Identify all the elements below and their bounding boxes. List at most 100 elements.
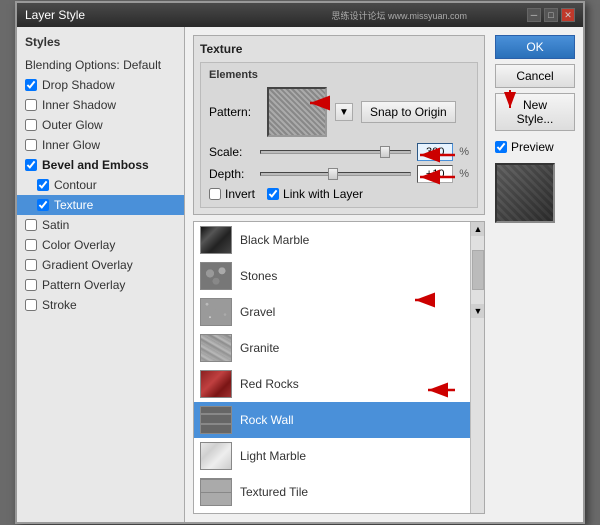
bevel-emboss-checkbox[interactable]: [25, 159, 37, 171]
link-layer-label: Link with Layer: [283, 187, 363, 201]
scroll-thumb[interactable]: [472, 250, 484, 290]
texture-list-item-gravel[interactable]: Gravel: [194, 294, 484, 330]
texture-label: Texture: [54, 198, 93, 212]
title-bar: Layer Style 思练设计论坛 www.missyuan.com ─ □ …: [17, 3, 583, 27]
depth-row: Depth: +10 %: [209, 165, 469, 183]
drop-shadow-label: Drop Shadow: [42, 78, 115, 92]
action-buttons: OK Cancel New Style... Preview: [495, 35, 575, 223]
texture-list-item-light-marble[interactable]: Light Marble: [194, 438, 484, 474]
depth-value[interactable]: +10: [417, 165, 453, 183]
outer-glow-label: Outer Glow: [42, 118, 103, 132]
preview-checkbox[interactable]: [495, 141, 507, 153]
sidebar-item-bevel-emboss[interactable]: Bevel and Emboss: [17, 155, 184, 175]
texture-thumb-textured-tile: [200, 478, 232, 506]
inner-shadow-checkbox[interactable]: [25, 99, 37, 111]
texture-thumb-gravel: [200, 298, 232, 326]
scale-slider-thumb[interactable]: [380, 146, 390, 158]
scroll-down-arrow[interactable]: ▼: [471, 304, 485, 318]
texture-list-container: Black Marble Stones Gravel Granite Red Rocks…: [193, 221, 485, 514]
texture-label-red-rocks: Red Rocks: [240, 377, 299, 391]
stroke-label: Stroke: [42, 298, 77, 312]
ok-button[interactable]: OK: [495, 35, 575, 59]
inner-glow-checkbox[interactable]: [25, 139, 37, 151]
contour-checkbox[interactable]: [37, 179, 49, 191]
sidebar-item-blending[interactable]: Blending Options: Default: [17, 55, 184, 75]
maximize-button[interactable]: □: [544, 8, 558, 22]
sidebar-item-satin[interactable]: Satin: [17, 215, 184, 235]
invert-label: Invert: [225, 187, 255, 201]
texture-section: Texture Elements Pattern: ▼ Snap to Orig…: [193, 35, 485, 215]
preview-thumb-inner: [497, 165, 553, 221]
sidebar-item-drop-shadow[interactable]: Drop Shadow: [17, 75, 184, 95]
satin-label: Satin: [42, 218, 69, 232]
texture-label-granite: Granite: [240, 341, 279, 355]
texture-thumb-light-marble: [200, 442, 232, 470]
drop-shadow-checkbox[interactable]: [25, 79, 37, 91]
texture-label-stones: Stones: [240, 269, 277, 283]
satin-checkbox[interactable]: [25, 219, 37, 231]
texture-list: Black Marble Stones Gravel Granite Red Rocks…: [194, 222, 484, 513]
sidebar-item-pattern-overlay[interactable]: Pattern Overlay: [17, 275, 184, 295]
bevel-emboss-label: Bevel and Emboss: [42, 158, 149, 172]
scale-percent: %: [459, 146, 469, 158]
sidebar-item-color-overlay[interactable]: Color Overlay: [17, 235, 184, 255]
sidebar-item-inner-shadow[interactable]: Inner Shadow: [17, 95, 184, 115]
scale-row: Scale: 300 %: [209, 143, 469, 161]
elements-group: Elements Pattern: ▼ Snap to Origin Scale…: [200, 62, 478, 208]
texture-list-item-black-marble[interactable]: Black Marble: [194, 222, 484, 258]
link-layer-item: Link with Layer: [267, 187, 363, 201]
sidebar-item-gradient-overlay[interactable]: Gradient Overlay: [17, 255, 184, 275]
preview-label: Preview: [511, 140, 554, 154]
minimize-button[interactable]: ─: [527, 8, 541, 22]
scale-slider-track[interactable]: [260, 150, 411, 154]
texture-label-light-marble: Light Marble: [240, 449, 306, 463]
texture-section-title: Texture: [200, 42, 478, 56]
texture-checkbox[interactable]: [37, 199, 49, 211]
watermark: 思练设计论坛 www.missyuan.com: [331, 9, 467, 22]
preview-area: Preview: [495, 140, 575, 154]
pattern-overlay-label: Pattern Overlay: [42, 278, 125, 292]
pattern-overlay-checkbox[interactable]: [25, 279, 37, 291]
left-panel: Styles Blending Options: Default Drop Sh…: [17, 27, 185, 522]
texture-thumb-black-marble: [200, 226, 232, 254]
layer-style-dialog: Layer Style 思练设计论坛 www.missyuan.com ─ □ …: [15, 1, 585, 524]
depth-slider-track[interactable]: [260, 172, 411, 176]
texture-list-item-textured-tile[interactable]: Textured Tile: [194, 474, 484, 510]
preview-thumbnail: [495, 163, 555, 223]
scroll-up-arrow[interactable]: ▲: [471, 222, 485, 236]
scale-label: Scale:: [209, 145, 254, 159]
stroke-checkbox[interactable]: [25, 299, 37, 311]
gradient-overlay-checkbox[interactable]: [25, 259, 37, 271]
sidebar-item-contour[interactable]: Contour: [17, 175, 184, 195]
texture-list-item-dirt[interactable]: Dirt: [194, 510, 484, 513]
sidebar-item-outer-glow[interactable]: Outer Glow: [17, 115, 184, 135]
texture-list-item-rock-wall[interactable]: Rock Wall: [194, 402, 484, 438]
snap-origin-button[interactable]: Snap to Origin: [361, 101, 456, 123]
color-overlay-checkbox[interactable]: [25, 239, 37, 251]
texture-list-item-red-rocks[interactable]: Red Rocks: [194, 366, 484, 402]
sidebar-item-texture[interactable]: Texture: [17, 195, 184, 215]
outer-glow-checkbox[interactable]: [25, 119, 37, 131]
close-button[interactable]: ✕: [561, 8, 575, 22]
styles-panel-title: Styles: [17, 33, 184, 55]
new-style-button[interactable]: New Style...: [495, 93, 575, 131]
invert-checkbox[interactable]: [209, 188, 221, 200]
texture-list-item-granite[interactable]: Granite: [194, 330, 484, 366]
texture-list-item-stones[interactable]: Stones: [194, 258, 484, 294]
scrollbar[interactable]: ▲ ▼: [470, 222, 484, 513]
cancel-button[interactable]: Cancel: [495, 64, 575, 88]
sidebar-item-inner-glow[interactable]: Inner Glow: [17, 135, 184, 155]
invert-item: Invert: [209, 187, 255, 201]
texture-label-black-marble: Black Marble: [240, 233, 309, 247]
texture-thumb-granite: [200, 334, 232, 362]
gradient-overlay-label: Gradient Overlay: [42, 258, 133, 272]
texture-thumb-red-rocks: [200, 370, 232, 398]
depth-slider-thumb[interactable]: [328, 168, 338, 180]
sidebar-item-stroke[interactable]: Stroke: [17, 295, 184, 315]
texture-label-textured-tile: Textured Tile: [240, 485, 308, 499]
contour-label: Contour: [54, 178, 97, 192]
pattern-dropdown-button[interactable]: ▼: [335, 103, 353, 121]
scale-value[interactable]: 300: [417, 143, 453, 161]
link-layer-checkbox[interactable]: [267, 188, 279, 200]
title-bar-buttons: ─ □ ✕: [527, 8, 575, 22]
